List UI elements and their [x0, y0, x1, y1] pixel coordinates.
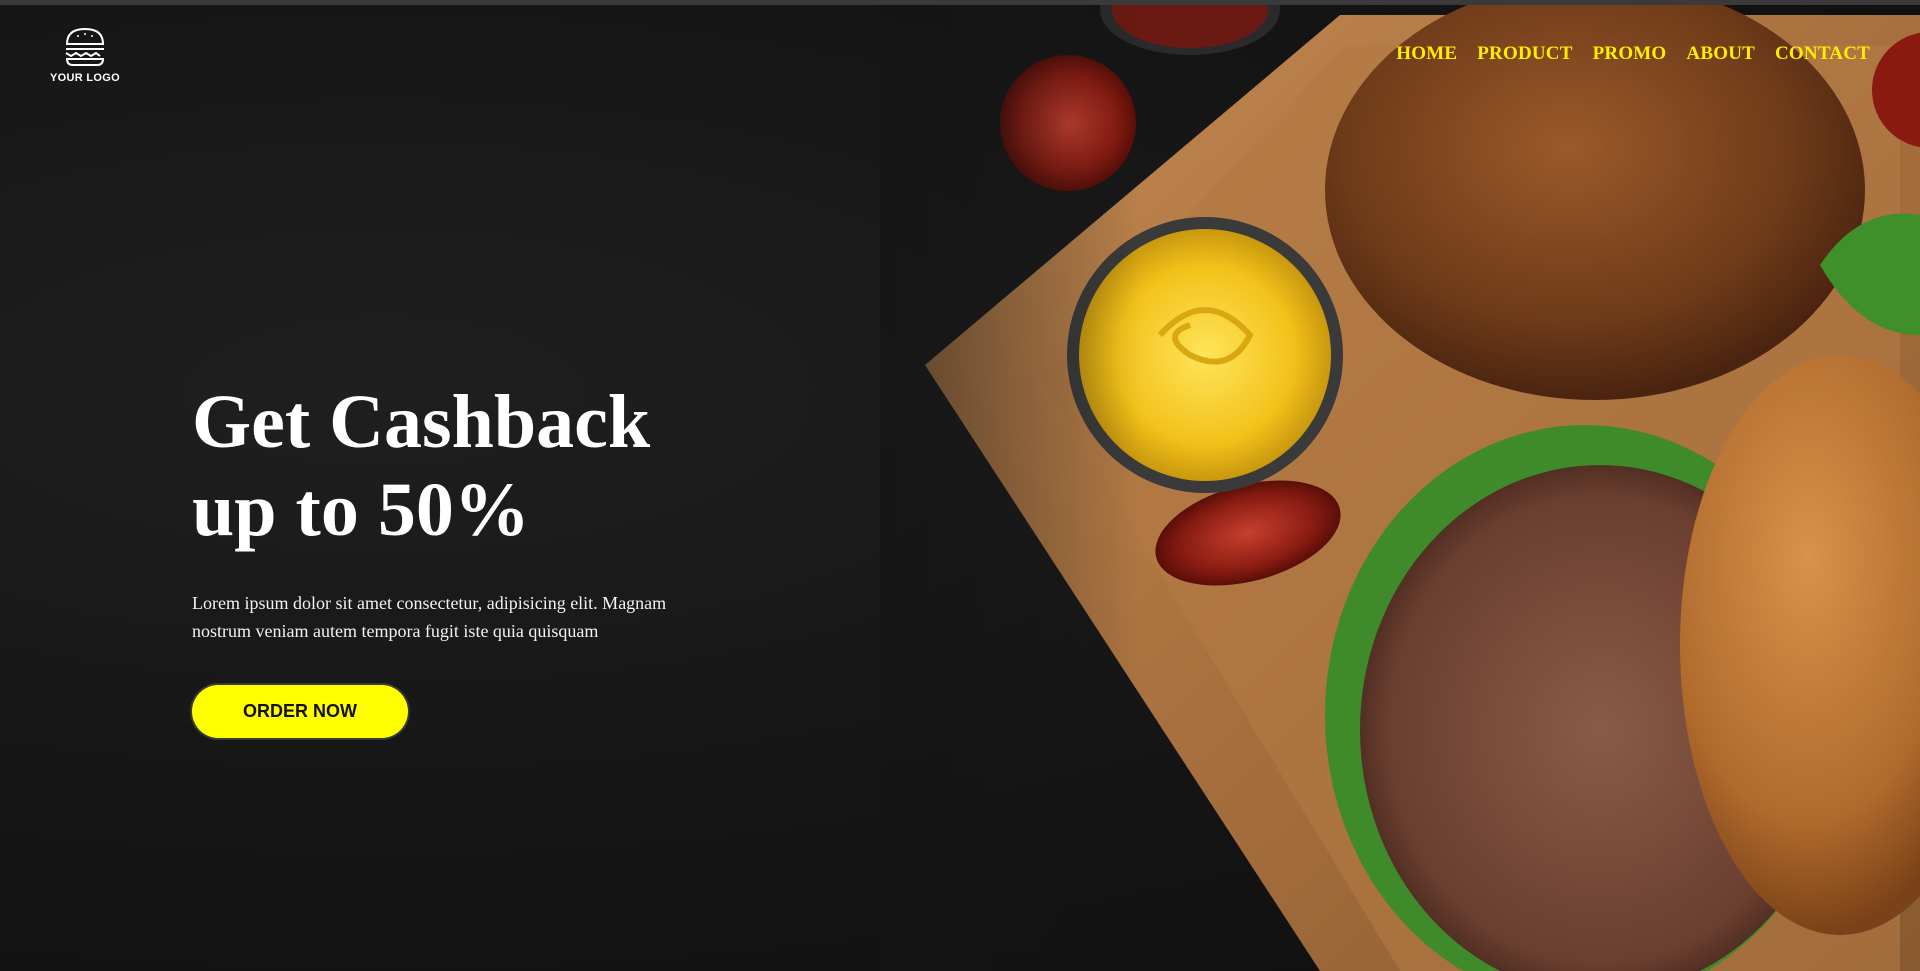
hero-description: Lorem ipsum dolor sit amet consectetur, … [192, 593, 667, 641]
nav-item-about[interactable]: ABOUT [1686, 43, 1755, 65]
hero-title-line-2: up to 50% [192, 468, 530, 552]
burger-icon [65, 27, 105, 66]
nav-item-home[interactable]: HOME [1396, 43, 1457, 65]
hero-title-line-1: Get Cashback [192, 380, 651, 464]
nav-item-product[interactable]: PRODUCT [1477, 43, 1572, 65]
nav-item-promo[interactable]: PROMO [1593, 43, 1667, 65]
brand-logo[interactable]: YOUR LOGO [50, 24, 120, 86]
nav-item-contact[interactable]: CONTACT [1775, 43, 1870, 65]
hero-title: Get Cashback up to 50% [192, 378, 752, 554]
main-navigation: HOME PRODUCT PROMO ABOUT CONTACT [1396, 43, 1870, 65]
logo-text: YOUR LOGO [50, 72, 120, 84]
order-now-button[interactable]: ORDER NOW [192, 685, 408, 738]
